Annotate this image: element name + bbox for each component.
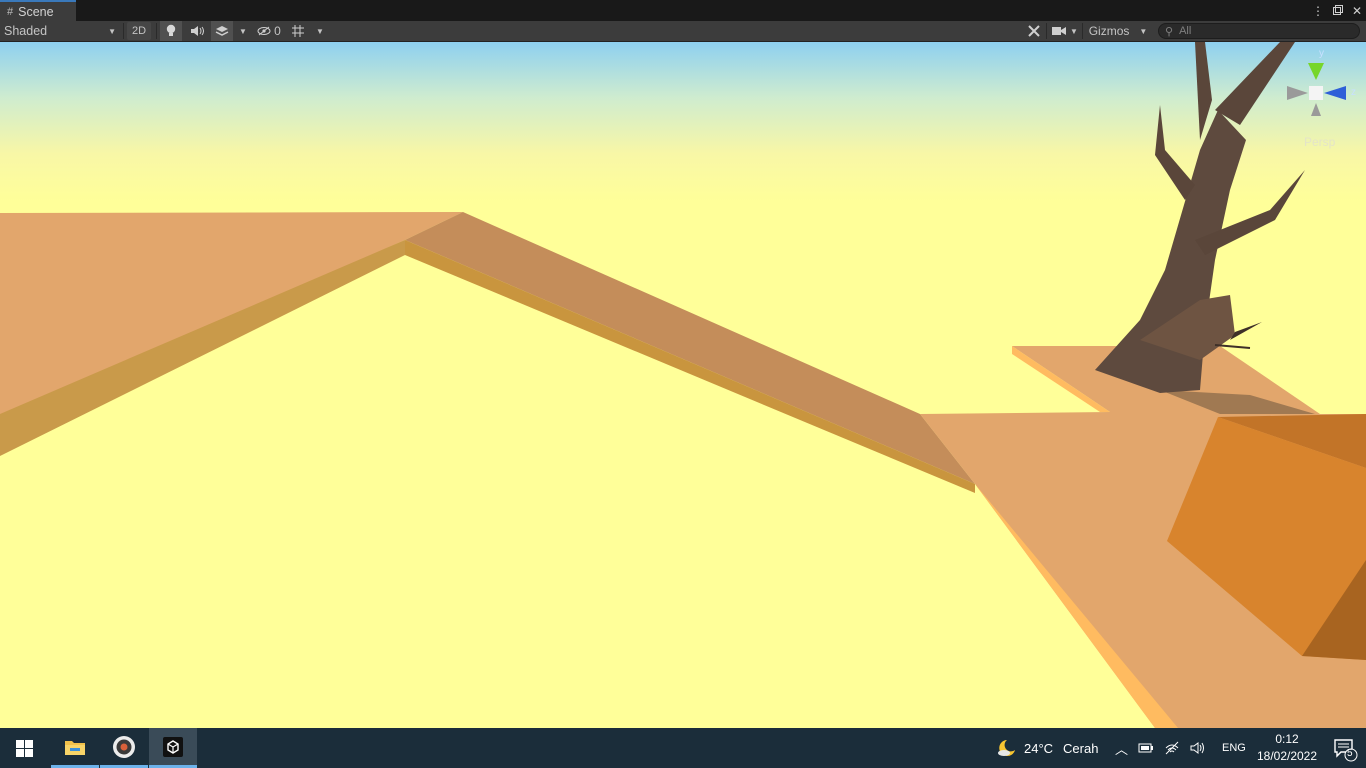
tab-title: Scene [18,4,54,19]
center-cube[interactable] [1309,86,1323,100]
close-icon[interactable]: ✕ [1352,4,1362,18]
grid-dropdown[interactable]: ▼ [313,21,327,41]
grid-snap-button[interactable] [287,21,309,41]
lighting-toggle-button[interactable] [160,21,182,41]
chevron-down-icon: ▼ [108,26,116,36]
weather-widget[interactable]: 24°C Cerah [996,728,1098,768]
chevron-up-icon[interactable]: ︿ [1115,739,1128,758]
clock-date: 18/02/2022 [1256,749,1318,763]
chevron-down-icon: ▼ [1139,26,1148,36]
draw-mode-label: Shaded [4,24,48,38]
search-input[interactable]: ⚲ All [1158,23,1360,39]
toggle-2d-button[interactable]: 2D [127,22,151,40]
volume-icon[interactable] [1190,741,1206,755]
tab-scene[interactable]: # Scene [0,0,76,21]
weather-condition: Cerah [1063,740,1099,756]
separator [156,23,157,39]
layers-icon [215,26,229,36]
taskbar-file-explorer[interactable] [51,728,99,768]
draw-mode-dropdown[interactable]: Shaded ▼ [4,21,118,41]
search-icon: ⚲ [1165,25,1174,38]
weather-temp: 24°C [1024,740,1054,756]
tools-icon [1028,25,1040,37]
hidden-count: 0 [274,24,281,38]
effects-dropdown[interactable]: ▼ [236,21,250,41]
clock[interactable]: 0:12 18/02/2022 [1252,731,1322,765]
unity-icon [163,736,183,757]
camera-icon [1052,27,1067,35]
wifi-icon[interactable] [1164,741,1180,755]
scene-toolbar: Shaded ▼ 2D ▼ 0 ▼ ▼ Gizmos ▼ ⚲ All [0,21,1366,42]
system-tray: ︿ ENG [1115,728,1246,768]
notification-center-button[interactable]: 5 [1332,736,1358,762]
start-button[interactable] [0,728,48,768]
camera-settings-dropdown[interactable]: ▼ [1049,21,1081,41]
windows-start-icon [15,739,33,757]
file-explorer-icon [65,740,85,755]
scene-viewport[interactable]: y z Persp [0,42,1366,728]
window-controls: ⋮ ✕ [1312,0,1362,21]
audio-toggle-button[interactable] [186,21,208,41]
language-indicator[interactable]: ENG [1222,742,1246,754]
tools-button[interactable] [1023,21,1045,41]
chevron-down-icon: ▼ [239,26,247,36]
effects-toggle-button[interactable] [211,21,233,41]
gizmos-dropdown[interactable]: Gizmos ▼ [1085,21,1151,41]
taskbar-unity[interactable] [149,728,197,768]
moon-cloud-icon [998,740,1015,756]
hidden-objects-toggle[interactable]: 0 [254,21,284,41]
tab-bar: # Scene ⋮ ✕ [0,0,1366,21]
battery-icon[interactable] [1138,742,1154,754]
chevron-down-icon: ▼ [1070,26,1078,36]
separator [1082,23,1083,39]
grid-hash-icon: # [7,5,14,18]
clock-time: 0:12 [1275,732,1299,746]
kebab-menu-icon[interactable]: ⋮ [1312,4,1324,18]
y-axis-label: y [1319,48,1324,59]
separator [123,23,124,39]
search-placeholder: All [1179,25,1192,37]
z-axis-label: z [1351,87,1356,98]
gizmos-label: Gizmos [1088,24,1130,38]
scene-render: y z [0,42,1366,728]
eye-slash-icon [257,26,271,36]
windows-taskbar: 24°C Cerah ︿ ENG 0:12 18/02/2022 5 [0,728,1366,768]
separator [1046,23,1047,39]
obs-recorder-icon [113,735,135,758]
maximize-icon[interactable] [1332,4,1343,18]
projection-label[interactable]: Persp [1304,135,1335,149]
notification-icon [1334,739,1358,762]
taskbar-obs[interactable] [100,728,148,768]
chevron-down-icon: ▼ [316,26,324,36]
grid-snap-icon [292,25,304,37]
speaker-icon [191,26,204,36]
notification-count: 5 [1347,748,1353,759]
lightbulb-icon [166,24,176,36]
